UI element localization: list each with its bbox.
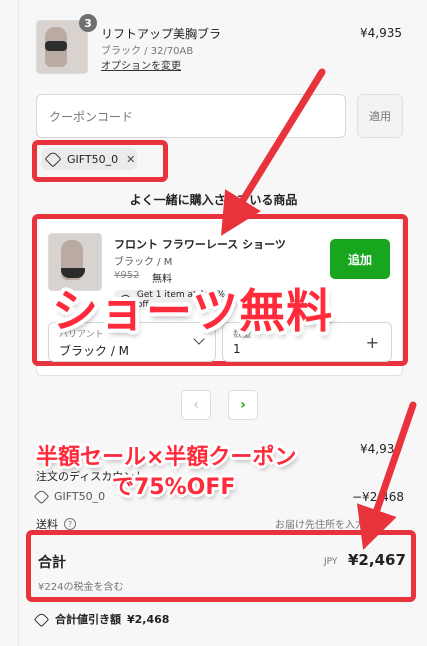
arrow-to-upsell [220, 68, 326, 236]
arrow-to-total [356, 401, 417, 550]
annotation-arrows [220, 68, 417, 550]
